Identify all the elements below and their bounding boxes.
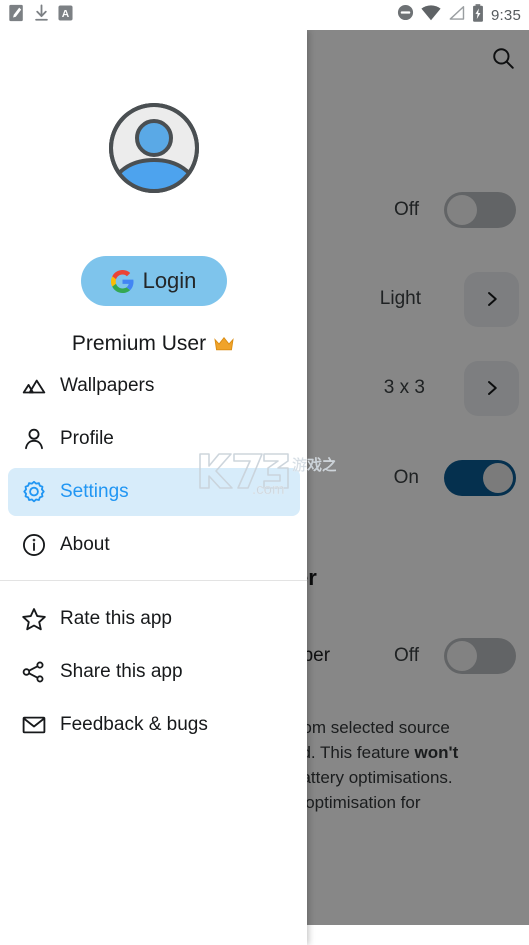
desc-line-2: battery optimisations.	[307, 768, 453, 787]
sidebar-item-about[interactable]: About	[8, 521, 300, 569]
row-value: 3 x 3	[383, 377, 425, 398]
note-edit-icon	[8, 4, 25, 27]
sidebar-item-rate[interactable]: Rate this app	[8, 595, 300, 643]
person-icon	[8, 426, 60, 452]
row-toggle[interactable]	[444, 638, 516, 674]
desc-line-3: y optimisation for	[307, 793, 421, 812]
star-icon	[8, 606, 60, 632]
sidebar-item-feedback[interactable]: Feedback & bugs	[8, 701, 300, 749]
download-icon	[34, 3, 49, 27]
background-row-3[interactable]: On	[307, 450, 529, 506]
share-icon	[8, 659, 60, 685]
premium-user-label: Premium User	[71, 332, 207, 355]
sidebar-item-label: Feedback & bugs	[60, 714, 208, 735]
sidebar-item-profile[interactable]: Profile	[8, 415, 300, 463]
avatar[interactable]	[106, 100, 202, 201]
background-app-bar	[307, 30, 529, 86]
drawer-divider	[0, 580, 307, 581]
account-avatar-icon	[108, 103, 199, 193]
background-row-1[interactable]: Light	[307, 271, 529, 327]
chevron-right-icon	[487, 381, 497, 395]
background-section-header: er	[307, 565, 317, 590]
cellular-signal-icon	[448, 5, 465, 26]
row-value: On	[393, 467, 419, 488]
sidebar-item-label: Rate this app	[60, 608, 172, 629]
sidebar-item-label: About	[60, 534, 110, 555]
sidebar-item-label: Settings	[60, 481, 129, 502]
background-row-2[interactable]: s 3 x 3	[307, 360, 529, 416]
row-value: Light	[379, 288, 421, 309]
status-bar: A 9:35	[0, 0, 529, 30]
battery-charging-icon	[472, 3, 484, 27]
row-chevron-button[interactable]	[464, 271, 519, 327]
sidebar-item-label: Share this app	[60, 661, 183, 682]
row-chevron-button[interactable]	[464, 360, 519, 416]
app-badge-a-icon: A	[58, 5, 73, 26]
row-value: Off	[394, 645, 419, 666]
sidebar-item-label: Profile	[60, 428, 114, 449]
login-label: Login	[142, 268, 197, 293]
wifi-icon	[421, 4, 441, 26]
login-button[interactable]: Login	[80, 256, 227, 306]
premium-user-row: Premium User	[0, 332, 307, 356]
background-settings-screen: Off Light s 3 x 3	[307, 30, 529, 925]
phone-screen: Off Light s 3 x 3	[0, 0, 529, 945]
gear-icon	[8, 479, 60, 505]
envelope-icon	[8, 712, 60, 738]
background-wallpaper-row[interactable]: aper Off	[307, 628, 529, 684]
sidebar-item-settings[interactable]: Settings	[8, 468, 300, 516]
sidebar-item-share[interactable]: Share this app	[8, 648, 300, 696]
svg-text:A: A	[62, 8, 70, 19]
navigation-drawer: Login Premium User Wallpapers Profile Se…	[0, 30, 307, 945]
search-icon[interactable]	[490, 45, 516, 76]
sidebar-item-wallpapers[interactable]: Wallpapers	[8, 362, 300, 410]
background-description: from selected source ed. This feature wo…	[307, 715, 529, 815]
do-not-disturb-icon	[397, 4, 414, 26]
row-toggle[interactable]	[444, 460, 516, 496]
info-circle-icon	[8, 532, 60, 558]
sidebar-item-label: Wallpapers	[60, 375, 155, 396]
row-value: Off	[394, 199, 419, 220]
status-bar-clock: 9:35	[491, 6, 521, 24]
chevron-right-icon	[487, 292, 497, 306]
row-toggle[interactable]	[444, 192, 516, 228]
desc-line-1: ed. This feature won't	[307, 743, 459, 762]
background-row-0[interactable]: Off	[307, 182, 529, 238]
row-title: aper	[307, 645, 331, 666]
crown-icon	[214, 336, 234, 351]
desc-line-0: from selected source	[307, 718, 450, 737]
mountain-icon	[8, 373, 60, 399]
google-g-icon	[110, 269, 134, 293]
